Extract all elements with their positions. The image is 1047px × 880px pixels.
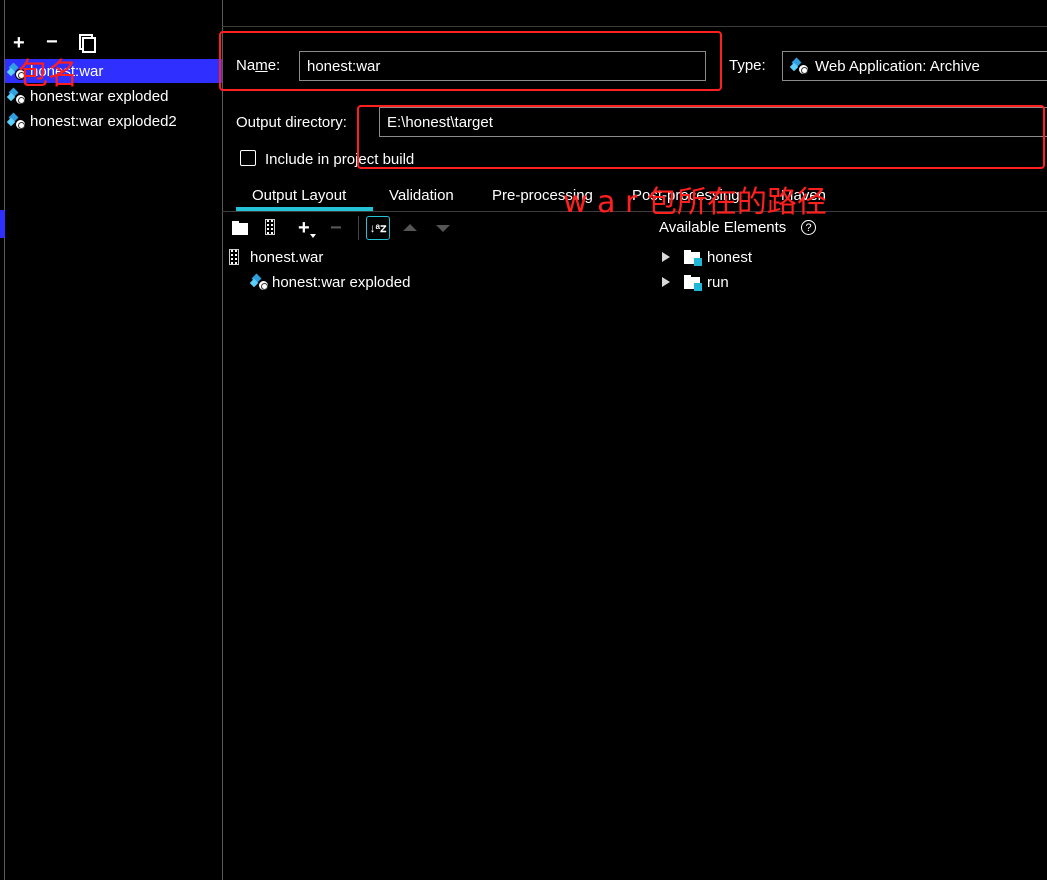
- layout-tree-label: honest:war exploded: [272, 273, 411, 291]
- new-folder-icon: [232, 221, 250, 235]
- layout-tree-item[interactable]: honest:war exploded: [249, 270, 411, 294]
- web-app-icon: [249, 273, 269, 291]
- web-app-icon: [789, 57, 809, 75]
- war-archive-icon: [229, 249, 239, 265]
- type-select-value: Web Application: Archive: [815, 57, 980, 75]
- move-down-button[interactable]: [436, 225, 450, 232]
- add-dropdown-icon: [310, 234, 316, 238]
- type-select[interactable]: Web Application: Archive: [782, 51, 1047, 81]
- available-elements-title: Available Elements: [659, 219, 787, 236]
- module-folder-icon: [684, 250, 702, 266]
- left-edge-accent: [0, 210, 5, 238]
- web-app-icon: [6, 112, 26, 130]
- type-label: Type:: [729, 57, 766, 74]
- available-element-item[interactable]: run: [662, 270, 729, 294]
- add-copy-button[interactable]: +: [298, 218, 310, 238]
- move-up-button[interactable]: [403, 224, 417, 231]
- toolbar-separator: [358, 216, 359, 240]
- include-in-build-checkbox[interactable]: [240, 150, 256, 166]
- available-element-label: run: [707, 273, 729, 291]
- archive-icon: [265, 219, 275, 235]
- tab-output-layout[interactable]: Output Layout: [252, 187, 346, 204]
- create-archive-button[interactable]: [265, 219, 275, 239]
- help-icon[interactable]: ?: [801, 220, 816, 235]
- remove-artifact-button[interactable]: −: [46, 32, 58, 52]
- layout-tree-label: honest.war: [250, 248, 324, 266]
- remove-element-button[interactable]: −: [330, 218, 342, 238]
- copy-artifact-button[interactable]: [79, 34, 96, 53]
- panel-divider[interactable]: [222, 0, 223, 880]
- output-directory-label: Output directory:: [236, 114, 347, 131]
- add-artifact-button[interactable]: +: [13, 33, 25, 53]
- name-annotation: 包名: [18, 57, 78, 92]
- artifact-item[interactable]: honest:war exploded2: [5, 109, 222, 133]
- expand-arrow-icon[interactable]: [662, 252, 670, 262]
- layout-tree-item[interactable]: honest.war: [229, 245, 323, 269]
- name-highlight-box: [219, 31, 722, 91]
- sort-elements-button[interactable]: ↓ᵃ𝗓: [366, 216, 390, 240]
- available-element-label: honest: [707, 248, 753, 266]
- top-divider: [222, 26, 1047, 27]
- path-annotation: w a r 包所在的路径: [563, 185, 827, 220]
- create-directory-button[interactable]: [232, 221, 250, 235]
- artifact-label: honest:war exploded2: [30, 112, 177, 130]
- module-folder-icon: [684, 275, 702, 291]
- available-element-item[interactable]: honest: [662, 245, 752, 269]
- tab-validation[interactable]: Validation: [389, 187, 454, 204]
- output-directory-highlight-box: [357, 105, 1045, 169]
- copy-icon-front: [82, 37, 96, 53]
- expand-arrow-icon[interactable]: [662, 277, 670, 287]
- sort-az-icon: ↓ᵃ𝗓: [369, 221, 387, 235]
